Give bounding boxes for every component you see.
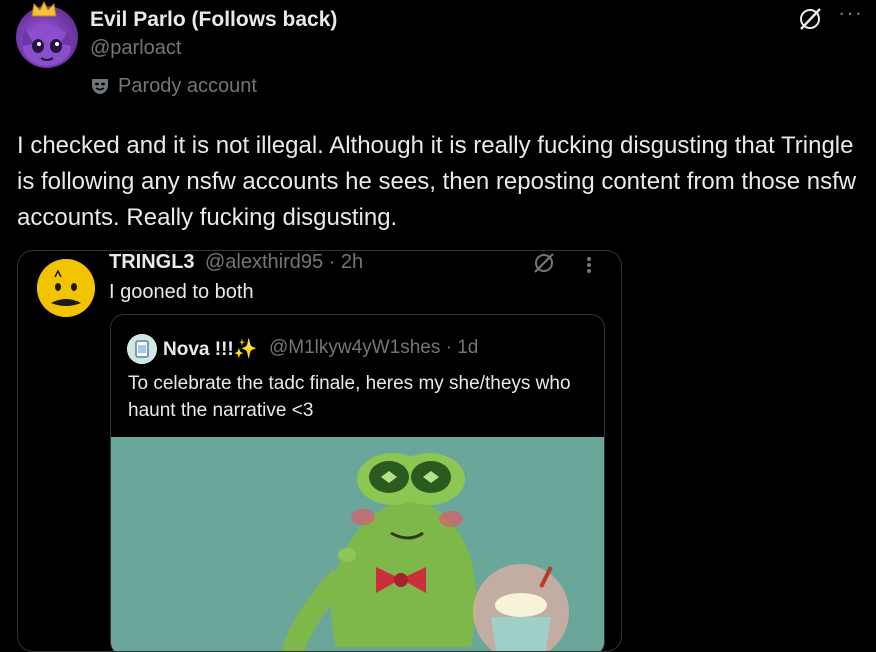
- embedded-more-icon: [587, 257, 591, 273]
- crown-icon: [31, 0, 57, 17]
- quoted-post: Nova !!!✨ @M1lkyw4yW1shes · 1d To celebr…: [110, 314, 605, 651]
- embedded-grok-icon: [534, 253, 554, 273]
- grok-icon[interactable]: [797, 6, 823, 32]
- parody-label-text: Parody account: [118, 74, 257, 97]
- parody-mask-icon: [92, 79, 108, 94]
- quoted-text: To celebrate the tadc finale, heres my s…: [128, 373, 571, 421]
- embedded-author-name: TRINGL3: [109, 251, 195, 273]
- quoted-meta: @M1lkyw4yW1shes · 1d: [269, 337, 479, 358]
- parody-label: Parody account: [90, 74, 257, 98]
- embedded-meta: @alexthird95 · 2h: [205, 251, 364, 273]
- quoted-avatar: [127, 334, 157, 364]
- author-name[interactable]: Evil Parlo (Follows back): [90, 8, 337, 32]
- author-handle[interactable]: @parloact: [90, 37, 181, 60]
- more-icon[interactable]: ···: [838, 2, 866, 26]
- quoted-author-name: Nova !!!✨: [163, 339, 258, 360]
- embedded-screenshot[interactable]: TRINGL3 @alexthird95 · 2h I gooned to bo…: [17, 250, 622, 652]
- post-text: I checked and it is not illegal. Althoug…: [17, 132, 857, 231]
- embedded-text: I gooned to both: [109, 281, 254, 303]
- quoted-image: [111, 437, 604, 651]
- embedded-avatar: [37, 259, 95, 317]
